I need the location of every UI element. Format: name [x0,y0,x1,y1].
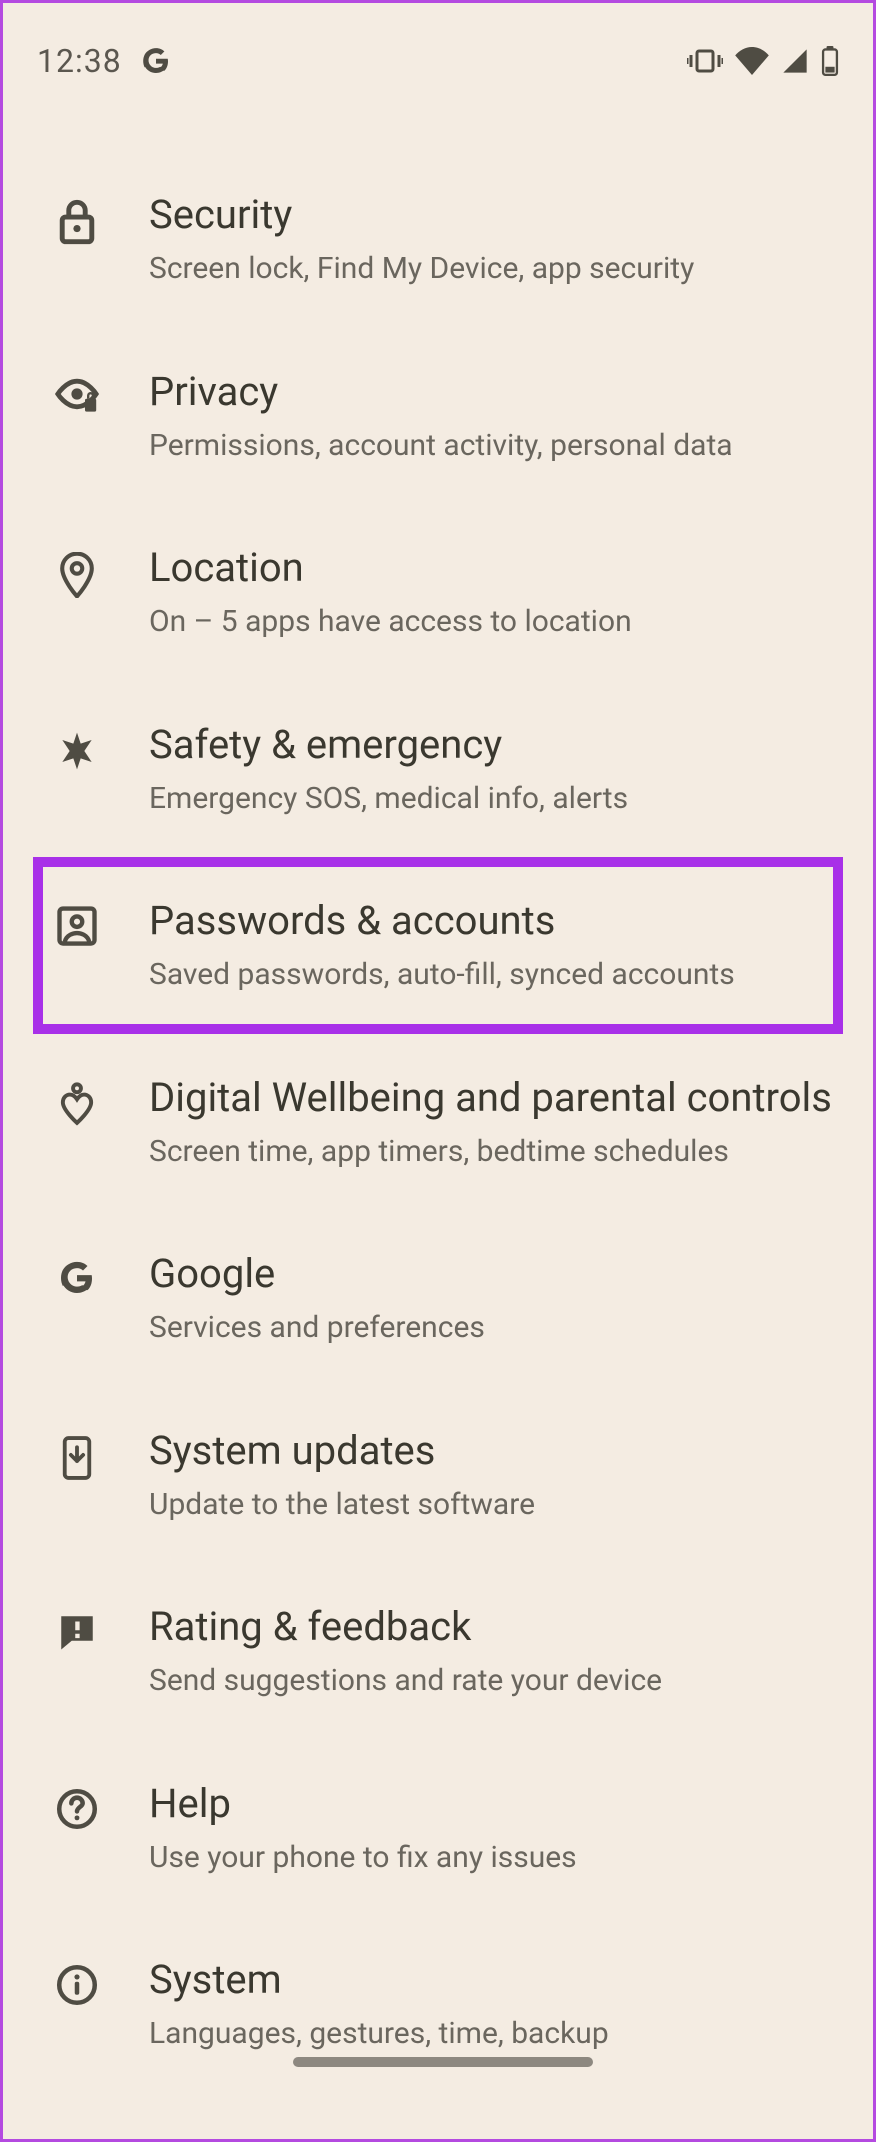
info-circle-icon [53,1964,101,2006]
settings-item-title: Passwords & accounts [149,895,823,947]
settings-item-title: Google [149,1248,833,1300]
settings-item-text: Safety & emergency Emergency SOS, medical… [149,719,833,820]
settings-item-subtitle: Services and preferences [149,1308,833,1349]
settings-item-title: Rating & feedback [149,1601,833,1653]
status-bar-left: 12:38 [37,42,172,80]
settings-item-subtitle: Update to the latest software [149,1485,833,1526]
settings-item-subtitle: Permissions, account activity, personal … [149,426,833,467]
settings-item-subtitle: Emergency SOS, medical info, alerts [149,779,833,820]
medical-star-icon [53,729,101,773]
settings-item-text: Google Services and preferences [149,1248,833,1349]
settings-item-subtitle: Use your phone to fix any issues [149,1838,833,1879]
settings-item-subtitle: On – 5 apps have access to location [149,602,833,643]
help-circle-icon [53,1788,101,1830]
settings-item-title: Security [149,189,833,241]
settings-item-title: Digital Wellbeing and parental controls [149,1072,833,1124]
settings-item-wellbeing[interactable]: Digital Wellbeing and parental controls S… [3,1034,873,1211]
scroll-indicator[interactable] [293,2057,593,2067]
settings-item-text: System updates Update to the latest softw… [149,1425,833,1526]
settings-item-text: Security Screen lock, Find My Device, app… [149,189,833,290]
settings-item-title: System updates [149,1425,833,1477]
lock-icon [53,199,101,245]
settings-item-privacy[interactable]: Privacy Permissions, account activity, pe… [3,328,873,505]
settings-item-title: System [149,1954,833,2006]
settings-item-text: Passwords & accounts Saved passwords, aut… [149,895,823,996]
settings-item-title: Privacy [149,366,833,418]
status-time: 12:38 [37,42,122,80]
settings-item-google[interactable]: Google Services and preferences [3,1210,873,1387]
settings-item-help[interactable]: Help Use your phone to fix any issues [3,1740,873,1917]
vibrate-icon [687,47,723,75]
phone-download-icon [53,1435,101,1481]
settings-item-location[interactable]: Location On – 5 apps have access to locat… [3,504,873,681]
settings-item-security[interactable]: Security Screen lock, Find My Device, app… [3,151,873,328]
settings-item-passwords[interactable]: Passwords & accounts Saved passwords, aut… [33,857,843,1034]
location-pin-icon [53,552,101,598]
settings-item-subtitle: Screen lock, Find My Device, app securit… [149,249,833,290]
settings-item-subtitle: Screen time, app timers, bedtime schedul… [149,1132,833,1173]
settings-item-subtitle: Languages, gestures, time, backup [149,2014,833,2055]
settings-item-subtitle: Send suggestions and rate your device [149,1661,833,1702]
settings-item-text: Help Use your phone to fix any issues [149,1778,833,1879]
settings-item-title: Help [149,1778,833,1830]
battery-icon [821,46,839,76]
settings-item-title: Location [149,542,833,594]
settings-item-text: Location On – 5 apps have access to locat… [149,542,833,643]
settings-item-rating[interactable]: Rating & feedback Send suggestions and ra… [3,1563,873,1740]
feedback-bubble-icon [53,1611,101,1653]
settings-item-updates[interactable]: System updates Update to the latest softw… [3,1387,873,1564]
settings-item-safety[interactable]: Safety & emergency Emergency SOS, medical… [3,681,873,858]
settings-item-text: Digital Wellbeing and parental controls S… [149,1072,833,1173]
account-box-icon [53,905,101,947]
privacy-eye-icon [53,376,101,412]
cellular-signal-icon [781,47,809,75]
settings-list[interactable]: Security Screen lock, Find My Device, app… [3,111,873,2093]
settings-item-title: Safety & emergency [149,719,833,771]
settings-item-subtitle: Saved passwords, auto-fill, synced accou… [149,955,823,996]
google-g-icon [53,1258,101,1298]
settings-item-text: System Languages, gestures, time, backup [149,1954,833,2055]
status-bar-right [687,46,839,76]
google-g-status-icon [140,45,172,77]
wifi-icon [735,47,769,75]
settings-item-text: Rating & feedback Send suggestions and ra… [149,1601,833,1702]
status-bar: 12:38 [3,3,873,111]
wellbeing-heart-icon [53,1082,101,1126]
settings-item-text: Privacy Permissions, account activity, pe… [149,366,833,467]
